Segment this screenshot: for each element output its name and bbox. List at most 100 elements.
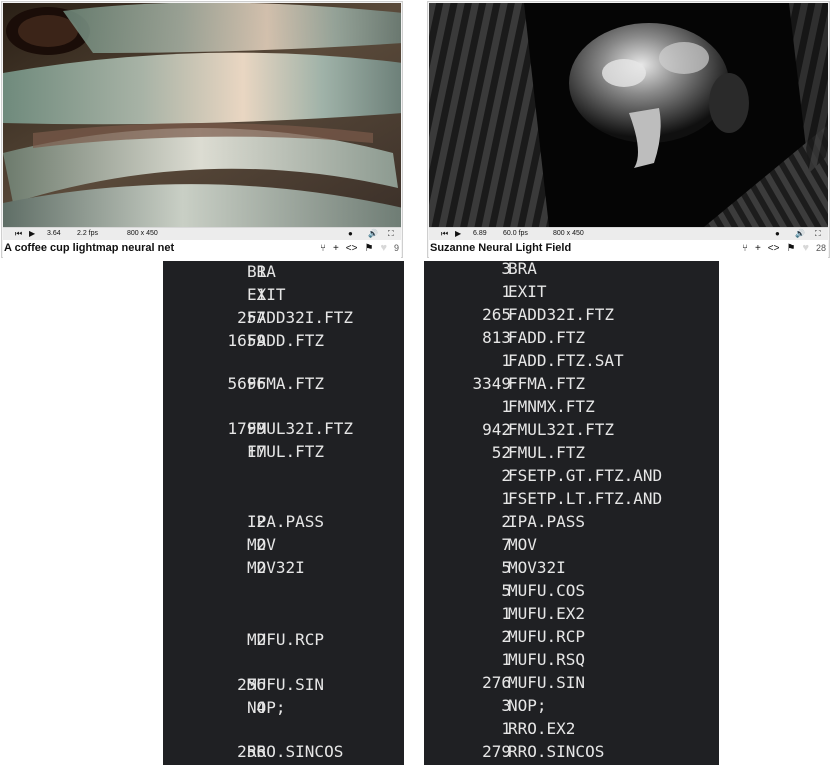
time-readout: 6.89: [473, 230, 487, 237]
playback-controls: ⏮ ▶ 6.89 60.0 fps 800 x 450 ● 🔊 ⛶: [429, 227, 828, 240]
resolution-readout: 800 x 450: [127, 230, 158, 237]
shader-canvas-coffee-cup[interactable]: [3, 3, 401, 227]
instruction-count: 1: [501, 282, 511, 301]
instruction-opcode: FFMA.FTZ: [508, 374, 586, 393]
shader-title[interactable]: A coffee cup lightmap neural net: [4, 242, 174, 254]
instruction-count: 5: [501, 581, 511, 600]
shader-canvas-suzanne[interactable]: [429, 3, 828, 227]
listing-row: 1 EXIT: [163, 284, 404, 306]
shader-info-bar: A coffee cup lightmap neural net ⑂ + <> …: [3, 240, 401, 258]
instruction-count: 2: [501, 512, 511, 531]
instruction-count: 7: [501, 535, 511, 554]
instruction-opcode: FSETP.LT.FTZ.AND: [508, 489, 663, 508]
code-icon[interactable]: <>: [346, 243, 358, 254]
shader-panel-coffee-cup: ⏮ ▶ 3.64 2.2 fps 800 x 450 ● 🔊 ⛶ A coffe…: [1, 1, 403, 258]
shader-title[interactable]: Suzanne Neural Light Field: [430, 242, 571, 254]
instruction-opcode: FADD.FTZ: [247, 331, 325, 350]
volume-icon[interactable]: 🔊: [795, 229, 805, 239]
listing-row: 2 MOV32I: [163, 557, 404, 579]
listing-row: 2 MUFU.RCP: [424, 626, 719, 648]
instruction-count: 2: [501, 466, 511, 485]
instruction-count: 3349: [472, 374, 511, 393]
instruction-opcode: FADD32I.FTZ: [508, 305, 614, 324]
heart-icon[interactable]: ♥: [380, 242, 387, 254]
listing-row: 256 RRO.SINCOS: [163, 741, 404, 763]
instruction-opcode: BRA: [247, 262, 276, 281]
time-readout: 3.64: [47, 230, 61, 237]
listing-row: 52 FMUL.FTZ: [424, 442, 719, 464]
instruction-opcode: RRO.SINCOS: [247, 742, 344, 761]
fps-readout: 2.2 fps: [77, 230, 99, 237]
instruction-count: 3: [501, 261, 511, 278]
listing-row: 2 IPA.PASS: [163, 511, 404, 533]
likes-count: 28: [815, 243, 826, 253]
instruction-count: 3: [501, 696, 511, 715]
resolution-readout: 800 x 450: [553, 230, 584, 237]
volume-icon[interactable]: 🔊: [368, 229, 378, 239]
listing-row: 1 BRA: [163, 261, 404, 283]
instruction-count: 1: [501, 719, 511, 738]
add-icon[interactable]: +: [333, 243, 339, 254]
play-icon[interactable]: ▶: [29, 229, 35, 239]
instruction-count: 813: [482, 328, 511, 347]
flag-icon[interactable]: ⚑: [364, 243, 373, 254]
add-icon[interactable]: +: [755, 243, 761, 254]
fork-icon[interactable]: ⑂: [320, 243, 326, 254]
fullscreen-icon[interactable]: ⛶: [388, 229, 394, 239]
rewind-icon[interactable]: ⏮: [441, 229, 448, 239]
instruction-count: 1: [501, 604, 511, 623]
rewind-icon[interactable]: ⏮: [15, 229, 22, 239]
code-icon[interactable]: <>: [768, 243, 780, 254]
instruction-listing-right: 3 BRA 1 EXIT 265 FADD32I.FTZ 813 FADD.FTZ 1F…: [424, 261, 719, 765]
listing-row: 5 MOV32I: [424, 557, 719, 579]
listing-row: 256 MUFU.SIN: [163, 674, 404, 696]
instruction-opcode: FMUL32I.FTZ: [508, 420, 614, 439]
instruction-opcode: MUFU.SIN: [508, 673, 586, 692]
record-icon[interactable]: ●: [775, 229, 780, 239]
instruction-opcode: RRO.SINCOS: [508, 742, 605, 761]
instruction-opcode: NOP;: [508, 696, 547, 715]
instruction-opcode: IPA.PASS: [247, 512, 325, 531]
listing-row: 3 NOP;: [424, 695, 719, 717]
instruction-opcode: IPA.PASS: [508, 512, 586, 531]
fullscreen-icon[interactable]: ⛶: [815, 229, 821, 239]
listing-row: 276 MUFU.SIN: [424, 672, 719, 694]
listing-row: 4 NOP;: [163, 697, 404, 719]
instruction-opcode: FMUL.FTZ: [508, 443, 586, 462]
instruction-opcode: FSETP.GT.FTZ.AND: [508, 466, 663, 485]
instruction-opcode: MUFU.RSQ: [508, 650, 586, 669]
shader-panel-suzanne: ⏮ ▶ 6.89 60.0 fps 800 x 450 ● 🔊 ⛶ Suzann…: [427, 1, 830, 258]
listing-row: 1799 FMUL32I.FTZ: [163, 418, 404, 440]
instruction-opcode: FMUL32I.FTZ: [247, 419, 353, 438]
instruction-opcode: MUFU.SIN: [247, 675, 325, 694]
coffee-cup-render: [3, 3, 401, 227]
instruction-opcode: MUFU.EX2: [508, 604, 586, 623]
listing-row: 7 MOV: [424, 534, 719, 556]
instruction-opcode: FADD32I.FTZ: [247, 308, 353, 327]
instruction-opcode: FADD.FTZ: [508, 328, 586, 347]
play-icon[interactable]: ▶: [455, 229, 461, 239]
heart-icon[interactable]: ♥: [802, 242, 809, 254]
listing-row: 1 MUFU.RSQ: [424, 649, 719, 671]
instruction-opcode: FFMA.FTZ: [247, 374, 325, 393]
instruction-opcode: NOP;: [247, 698, 286, 717]
instruction-listing-left: 1 BRA 1 EXIT 257 FADD32I.FTZ 1659 FADD.FTZ 5…: [163, 261, 404, 765]
instruction-opcode: MOV: [508, 535, 537, 554]
instruction-opcode: BRA: [508, 261, 537, 278]
listing-row: 257 FADD32I.FTZ: [163, 307, 404, 329]
listing-row: 1 FADD.FTZ.SAT: [424, 350, 719, 372]
instruction-opcode: EXIT: [247, 285, 286, 304]
instruction-opcode: MOV32I: [508, 558, 566, 577]
shader-actions: ⑂ + <> ⚑ ♥ 9: [320, 242, 399, 254]
fork-icon[interactable]: ⑂: [742, 243, 748, 254]
flag-icon[interactable]: ⚑: [786, 243, 795, 254]
listing-row: 1 RRO.EX2: [424, 718, 719, 740]
instruction-count: 1: [501, 489, 511, 508]
listing-row: 942 FMUL32I.FTZ: [424, 419, 719, 441]
listing-row: 1 FMNMX.FTZ: [424, 396, 719, 418]
playback-controls: ⏮ ▶ 3.64 2.2 fps 800 x 450 ● 🔊 ⛶: [3, 227, 401, 240]
listing-row: 2 MOV: [163, 534, 404, 556]
instruction-opcode: FMUL.FTZ: [247, 442, 325, 461]
listing-row: 3 BRA: [424, 261, 719, 280]
record-icon[interactable]: ●: [348, 229, 353, 239]
